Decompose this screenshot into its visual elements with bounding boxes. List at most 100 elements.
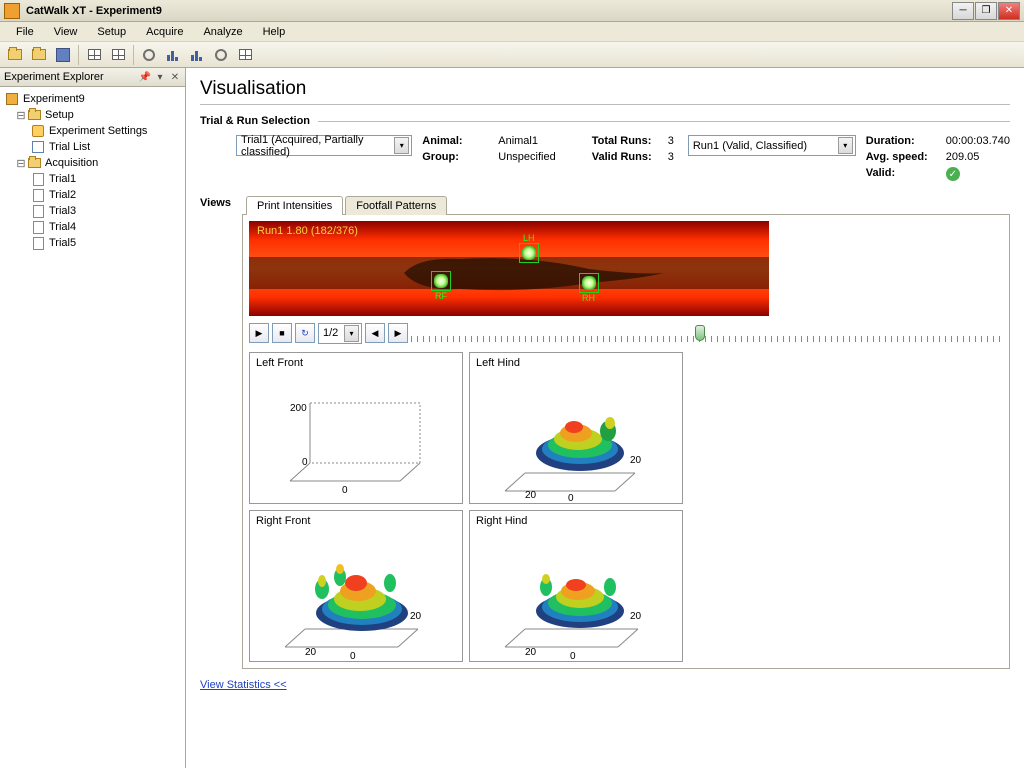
experiment-tree: Experiment9 ⊟ Setup Experiment Settings … — [0, 87, 185, 255]
tree-item-label: Trial List — [49, 141, 90, 153]
toolbar — [0, 42, 1024, 68]
menu-help[interactable]: Help — [253, 24, 296, 40]
timeline-slider[interactable] — [411, 322, 1003, 344]
tool-table-icon[interactable] — [83, 44, 105, 66]
axis-label: 20 — [525, 490, 537, 501]
tool-chart-icon[interactable] — [162, 44, 184, 66]
tree-trial-list[interactable]: Trial List — [2, 139, 183, 155]
chevron-down-icon[interactable]: ▾ — [838, 137, 853, 154]
paw-box-lh: LH — [519, 243, 539, 263]
tool-new-icon[interactable] — [4, 44, 26, 66]
menu-analyze[interactable]: Analyze — [193, 24, 252, 40]
menu-acquire[interactable]: Acquire — [136, 24, 193, 40]
frame-back-button[interactable]: ◀ — [365, 323, 385, 343]
tree-root[interactable]: Experiment9 — [2, 91, 183, 107]
paw-label: RH — [582, 293, 595, 303]
loop-button[interactable]: ↻ — [295, 323, 315, 343]
valid-label: Valid: — [866, 167, 940, 181]
tree-item-label: Experiment Settings — [49, 125, 147, 137]
tab-panel: Run1 1.80 (182/376) RF LH — [242, 214, 1010, 669]
chevron-down-icon[interactable]: ▾ — [344, 325, 359, 342]
valid-runs-label: Valid Runs: — [592, 151, 662, 163]
runway-overlay-text: Run1 1.80 (182/376) — [257, 225, 358, 237]
collapse-icon[interactable]: ⊟ — [16, 157, 26, 170]
explorer-header: Experiment Explorer 📌 ▾ ✕ — [0, 68, 185, 87]
run-select-value: Run1 (Valid, Classified) — [693, 140, 834, 152]
panel-close-icon[interactable]: ✕ — [169, 71, 181, 83]
tab-print-intensities[interactable]: Print Intensities — [246, 196, 343, 215]
tree-trial5[interactable]: Trial5 — [2, 235, 183, 251]
tree-root-label: Experiment9 — [23, 93, 85, 105]
run-select[interactable]: Run1 (Valid, Classified) ▾ — [688, 135, 856, 156]
tool-list-icon[interactable] — [107, 44, 129, 66]
axis-label: 0 — [342, 485, 348, 496]
tree-setup[interactable]: ⊟ Setup — [2, 107, 183, 123]
plot-right-front: Right Front — [249, 510, 463, 662]
tool-settings-icon[interactable] — [138, 44, 160, 66]
views-label: Views — [200, 195, 236, 209]
frame-forward-button[interactable]: ▶ — [388, 323, 408, 343]
minimize-button[interactable]: ─ — [952, 2, 974, 20]
group-value: Unspecified — [498, 151, 555, 163]
axis-label: 20 — [305, 647, 317, 658]
toolbar-separator — [78, 45, 79, 65]
stop-button[interactable]: ■ — [272, 323, 292, 343]
menu-view[interactable]: View — [44, 24, 88, 40]
duration-value: 00:00:03.740 — [946, 135, 1010, 147]
dropdown-icon[interactable]: ▾ — [154, 71, 166, 83]
valid-runs-value: 3 — [668, 151, 674, 163]
window-title: CatWalk XT - Experiment9 — [26, 5, 952, 17]
animal-label: Animal: — [422, 135, 492, 147]
plot-right-hind: Right Hind — [469, 510, 683, 662]
titlebar: CatWalk XT - Experiment9 ─ ❐ ✕ — [0, 0, 1024, 22]
tree-acquisition-label: Acquisition — [45, 157, 98, 169]
axis-label: 0 — [570, 651, 576, 662]
tree-trial3[interactable]: Trial3 — [2, 203, 183, 219]
tool-export-icon[interactable] — [234, 44, 256, 66]
tab-footfall-patterns[interactable]: Footfall Patterns — [345, 196, 447, 215]
axis-label: 0 — [350, 651, 356, 662]
chevron-down-icon[interactable]: ▾ — [394, 137, 409, 154]
axis-label: 0 — [568, 493, 574, 504]
avg-speed-value: 209.05 — [946, 151, 980, 163]
tree-item-label: Trial3 — [49, 205, 76, 217]
menu-setup[interactable]: Setup — [87, 24, 136, 40]
menubar: File View Setup Acquire Analyze Help — [0, 22, 1024, 42]
timeline-thumb[interactable] — [695, 325, 705, 341]
explorer-title: Experiment Explorer — [4, 71, 136, 83]
view-statistics-link[interactable]: View Statistics << — [200, 679, 287, 691]
tree-acquisition[interactable]: ⊟ Acquisition — [2, 155, 183, 171]
page-title: Visualisation — [200, 78, 1010, 100]
tool-run-icon[interactable] — [210, 44, 232, 66]
speed-select[interactable]: 1/2 ▾ — [318, 323, 362, 344]
tree-item-label: Trial5 — [49, 237, 76, 249]
tool-open-icon[interactable] — [28, 44, 50, 66]
close-button[interactable]: ✕ — [998, 2, 1020, 20]
axis-label: 0 — [302, 457, 308, 468]
trial-select[interactable]: Trial1 (Acquired, Partially classified) … — [236, 135, 412, 156]
tree-item-label: Trial2 — [49, 189, 76, 201]
maximize-button[interactable]: ❐ — [975, 2, 997, 20]
group-label: Group: — [422, 151, 492, 163]
menu-file[interactable]: File — [6, 24, 44, 40]
tree-trial1[interactable]: Trial1 — [2, 171, 183, 187]
pin-icon[interactable]: 📌 — [139, 71, 151, 83]
tool-stats-icon[interactable] — [186, 44, 208, 66]
play-button[interactable]: ▶ — [249, 323, 269, 343]
total-runs-value: 3 — [668, 135, 674, 147]
axis-label: 20 — [630, 455, 642, 466]
animal-value: Animal1 — [498, 135, 538, 147]
main-panel: Visualisation Trial & Run Selection Tria… — [186, 68, 1024, 768]
runway-view: Run1 1.80 (182/376) RF LH — [249, 221, 769, 316]
tool-save-icon[interactable] — [52, 44, 74, 66]
trial-select-value: Trial1 (Acquired, Partially classified) — [241, 134, 390, 158]
paw-label: RF — [435, 291, 447, 301]
tree-experiment-settings[interactable]: Experiment Settings — [2, 123, 183, 139]
axis-label: 20 — [410, 611, 422, 622]
collapse-icon[interactable]: ⊟ — [16, 109, 26, 122]
speed-value: 1/2 — [323, 327, 340, 339]
tree-trial4[interactable]: Trial4 — [2, 219, 183, 235]
tree-trial2[interactable]: Trial2 — [2, 187, 183, 203]
experiment-explorer-panel: Experiment Explorer 📌 ▾ ✕ Experiment9 ⊟ … — [0, 68, 186, 768]
app-icon — [4, 3, 20, 19]
